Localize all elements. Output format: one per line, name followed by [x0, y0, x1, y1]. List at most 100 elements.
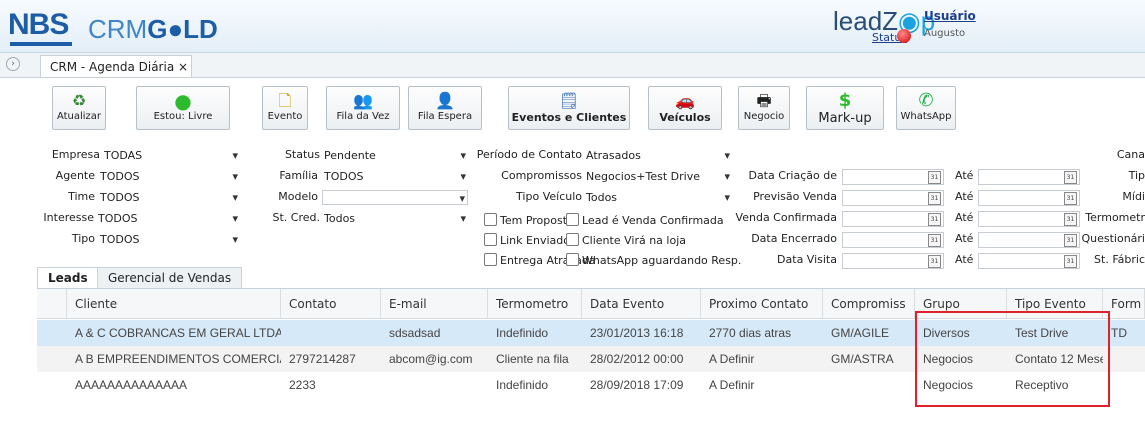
nbs-logo: NBS [8, 8, 69, 41]
close-tab-icon[interactable]: × [178, 60, 188, 74]
interesse-select[interactable]: TODOS [96, 211, 240, 226]
evento-button[interactable]: 🗋 Evento [262, 86, 308, 130]
modelo-label: Modelo [278, 190, 318, 203]
termometro-label: Termometr [1085, 211, 1145, 224]
table-cell: AAAAAAAAAAAAAA [75, 378, 188, 392]
column-header[interactable]: Proximo Contato [701, 289, 823, 319]
table-cell: Indefinido [496, 378, 549, 392]
empresa-label: Empresa [51, 148, 100, 161]
familia-select[interactable]: TODOS [322, 169, 468, 184]
new-event-icon: 🗋 [278, 91, 292, 110]
st-fabrica-label: St. Fábric [1094, 253, 1145, 266]
estou-livre-button[interactable]: ● Estou: Livre [136, 86, 230, 130]
table-cell: A Definir [709, 352, 755, 366]
table-cell: Cliente na fila [496, 352, 569, 366]
column-header[interactable]: Cliente [67, 289, 281, 319]
tipo-right-label: Tip [1128, 169, 1145, 182]
tipo-label: Tipo [71, 232, 95, 245]
column-header[interactable]: Termometro [488, 289, 582, 319]
modelo-select[interactable] [322, 190, 468, 206]
data-criacao-label: Data Criação de [748, 169, 837, 182]
nbs-logo-underline [10, 42, 72, 46]
highlight-box [915, 311, 1110, 407]
questionario-label: Questionári [1081, 232, 1145, 245]
atualizar-button[interactable]: ♻ Atualizar [52, 86, 106, 130]
negocio-button[interactable]: 🖶 Negocio [738, 86, 790, 130]
venda-confirmada-label: Venda Confirmada [735, 211, 837, 224]
cliente-vira-loja-checkbox[interactable]: Cliente Virá na loja [566, 233, 686, 247]
table-cell: A B EMPREENDIMENTOS COMERCIAIS [75, 352, 281, 366]
lead-venda-confirmada-checkbox[interactable]: Lead é Venda Confirmada [566, 213, 724, 227]
tipo-veiculo-select[interactable]: Todos [584, 190, 732, 205]
wait-queue-icon: 👤 [435, 91, 455, 110]
empresa-select[interactable]: TODAS [102, 148, 240, 163]
calendar-icon[interactable]: 31 [1064, 192, 1077, 205]
user-name: Augusto [924, 28, 966, 39]
column-header[interactable]: Contato [281, 289, 381, 319]
tab-leads[interactable]: Leads [37, 267, 99, 288]
user-link[interactable]: Usuário [924, 9, 976, 23]
markup-button[interactable]: $ Mark-up [806, 86, 884, 130]
agente-label: Agente [55, 169, 95, 182]
column-header[interactable]: Compromiss [823, 289, 915, 319]
agente-select[interactable]: TODOS [98, 169, 240, 184]
periodo-label: Período de Contato [476, 148, 582, 161]
familia-label: Família [279, 169, 318, 182]
ate-label: Até [955, 169, 974, 182]
calendar-icon[interactable]: 31 [1064, 255, 1077, 268]
calendar-icon[interactable]: 31 [928, 255, 941, 268]
status-select[interactable]: Pendente [322, 148, 468, 163]
dollar-icon: $ [838, 90, 852, 111]
table-cell [381, 372, 488, 398]
tipo-veiculo-label: Tipo Veículo [516, 190, 582, 203]
data-encerrado-label: Data Encerrado [751, 232, 837, 245]
time-select[interactable]: TODOS [98, 190, 240, 205]
compromissos-select[interactable]: Negocios+Test Drive [584, 169, 732, 184]
st-cred-select[interactable]: Todos [322, 211, 468, 226]
calendar-icon[interactable]: 31 [1064, 213, 1077, 226]
compromissos-label: Compromissos [501, 169, 582, 182]
calendar-icon[interactable]: 31 [1064, 234, 1077, 247]
car-icon: 🚗 [675, 91, 695, 110]
whatsapp-button[interactable]: ✆ WhatsApp [896, 86, 956, 130]
calendar-icon[interactable]: 31 [928, 234, 941, 247]
ate-label: Até [955, 211, 974, 224]
table-cell: GM/ASTRA [831, 352, 894, 366]
column-header[interactable]: Data Evento [582, 289, 701, 319]
veiculos-button[interactable]: 🚗 Veículos [648, 86, 722, 130]
tipo-select[interactable]: TODOS [98, 232, 240, 247]
table-cell: GM/AGILE [831, 326, 890, 340]
fila-da-vez-button[interactable]: 👥 Fila da Vez [326, 86, 400, 130]
calendar-icon[interactable]: 31 [928, 213, 941, 226]
crm-gold-logo: CRMG●LD [88, 14, 218, 44]
ate-label: Até [955, 253, 974, 266]
eventos-clientes-button[interactable]: 🗒 Eventos e Clientes [508, 86, 630, 130]
collapse-sidebar-icon[interactable]: › [6, 57, 20, 71]
events-clients-icon: 🗒 [558, 91, 580, 110]
green-status-icon: ● [174, 89, 192, 113]
data-visita-label: Data Visita [777, 253, 837, 266]
canal-label: Cana [1116, 148, 1145, 161]
calendar-icon[interactable]: 31 [1064, 171, 1077, 184]
table-cell: 2797214287 [289, 352, 356, 366]
whatsapp-aguardando-checkbox[interactable]: WhatsApp aguardando Resp. [566, 253, 741, 267]
table-cell [281, 320, 381, 346]
status-label: Status [284, 148, 320, 161]
time-label: Time [68, 190, 95, 203]
calendar-icon[interactable]: 31 [928, 192, 941, 205]
periodo-select[interactable]: Atrasados [584, 148, 732, 163]
printer-icon: 🖶 [756, 91, 772, 110]
status-red-icon[interactable] [897, 29, 911, 43]
tab-crm-agenda[interactable]: CRM - Agenda Diária × [40, 55, 192, 77]
table-cell: sdsadsad [389, 326, 441, 340]
table-cell: A & C COBRANCAS EM GERAL LTDA [75, 326, 281, 340]
tem-proposta-checkbox[interactable]: Tem Proposta [484, 213, 574, 227]
queue-icon: 👥 [353, 91, 373, 110]
calendar-icon[interactable]: 31 [928, 171, 941, 184]
column-header[interactable]: E-mail [381, 289, 488, 319]
fila-espera-button[interactable]: 👤 Fila Espera [408, 86, 482, 130]
previsao-venda-label: Previsão Venda [753, 190, 837, 203]
link-enviado-checkbox[interactable]: Link Enviado [484, 233, 570, 247]
crm-logo-o: ● [167, 14, 184, 44]
tab-gerencial-vendas[interactable]: Gerencial de Vendas [97, 267, 243, 288]
